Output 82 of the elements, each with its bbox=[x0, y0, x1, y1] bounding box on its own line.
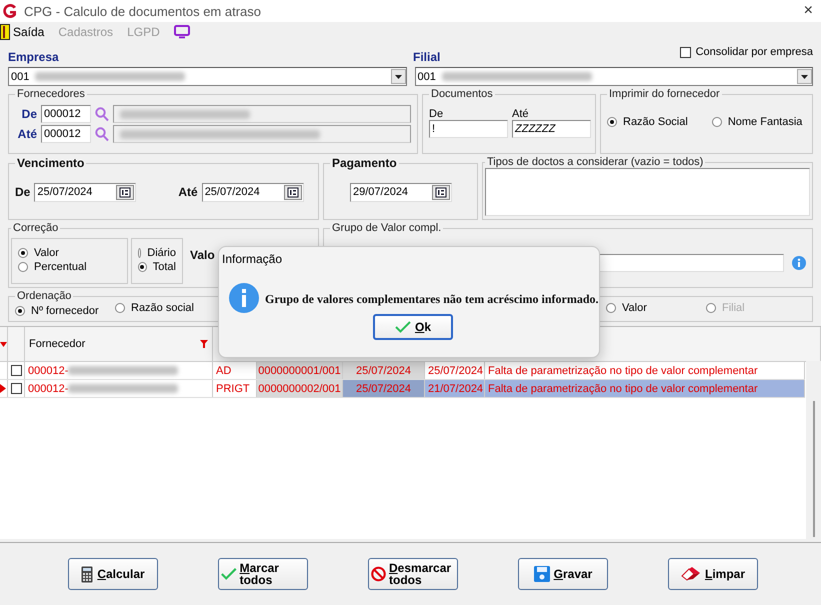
dialog-message: Grupo de valores complementares não tem acréscimo informado. bbox=[265, 292, 598, 307]
info-icon[interactable] bbox=[792, 256, 806, 270]
radio-option[interactable]: Valor bbox=[606, 302, 647, 314]
dropdown-field[interactable]: 001 bbox=[414, 67, 813, 86]
calendar-icon[interactable] bbox=[284, 184, 302, 200]
group-title: Ordenação bbox=[16, 290, 72, 302]
dialog-title: Informação bbox=[222, 252, 282, 266]
action-button[interactable]: Gravar bbox=[518, 558, 608, 590]
radio-option[interactable]: Nº fornecedor bbox=[15, 305, 99, 317]
table-cell: AD bbox=[213, 362, 257, 379]
table-cell: 0000000001/001 bbox=[257, 362, 343, 379]
field-label: Filial bbox=[413, 50, 440, 64]
eraser-icon bbox=[680, 567, 701, 581]
input-field[interactable]: ! bbox=[429, 120, 508, 138]
table-cell: 000012- bbox=[28, 364, 68, 376]
group-title: Imprimir do fornecedor bbox=[608, 88, 721, 100]
app-logo-icon bbox=[2, 3, 18, 19]
radio-option[interactable]: Razão social bbox=[115, 302, 194, 314]
field-label: De bbox=[15, 185, 30, 199]
calendar-icon[interactable] bbox=[432, 184, 450, 200]
close-button[interactable]: × bbox=[804, 2, 813, 20]
table-row[interactable]: 000012- PRIGT 0000000002/001 25/07/2024 21/07/2024 Falta de parametrização no tipo de valor complementar bbox=[0, 380, 805, 398]
action-button[interactable]: Desmarcar todos bbox=[368, 558, 458, 590]
input-field[interactable]: 000012 bbox=[41, 125, 91, 143]
field-label: Empresa bbox=[8, 50, 60, 64]
table-cell: 000012- bbox=[28, 382, 68, 394]
row-pointer-icon bbox=[0, 384, 6, 393]
group-title: Grupo de Valor compl. bbox=[331, 222, 442, 234]
check-icon bbox=[394, 321, 411, 333]
action-button[interactable]: Calcular bbox=[68, 558, 158, 590]
field-label: Até bbox=[16, 127, 37, 141]
dropdown-field[interactable]: 001 bbox=[8, 67, 406, 86]
table-cell: 25/07/2024 bbox=[343, 362, 425, 379]
exit-door-icon bbox=[0, 24, 10, 40]
column-header[interactable]: Fornecedor bbox=[29, 338, 86, 350]
calendar-icon[interactable] bbox=[116, 184, 134, 200]
ok-button[interactable]: Ok bbox=[373, 314, 453, 340]
action-button[interactable]: Limpar bbox=[668, 558, 758, 590]
checkbox[interactable] bbox=[10, 365, 22, 376]
date-field[interactable]: 25/07/2024 bbox=[202, 182, 304, 202]
group-title: Tipos de doctos a considerar (vazio = todos) bbox=[486, 156, 704, 168]
checkbox[interactable]: Consolidar por empresa bbox=[680, 46, 813, 58]
radio-option[interactable]: Diário bbox=[138, 247, 176, 259]
search-icon[interactable] bbox=[95, 106, 109, 122]
radio-option[interactable]: Razão Social bbox=[607, 116, 688, 128]
info-icon bbox=[229, 283, 259, 313]
menu-item[interactable]: Saída bbox=[0, 24, 44, 40]
date-field[interactable]: 25/07/2024 bbox=[34, 182, 136, 202]
input-field[interactable]: ZZZZZZ bbox=[512, 120, 591, 138]
date-field[interactable]: 29/07/2024 bbox=[350, 182, 452, 202]
group-title: Vencimento bbox=[16, 156, 86, 170]
search-icon[interactable] bbox=[95, 126, 109, 142]
table-row[interactable]: 000012- AD 0000000001/001 25/07/2024 25/07/2024 Falta de parametrização no tipo de valor complementar bbox=[0, 362, 805, 380]
group-title: Pagamento bbox=[331, 156, 398, 170]
calculator-icon bbox=[81, 566, 94, 582]
group-title: Correção bbox=[12, 222, 60, 234]
check-icon bbox=[221, 567, 237, 581]
field-label: Até bbox=[512, 108, 529, 120]
radio-option[interactable]: Total bbox=[138, 261, 176, 273]
radio-option[interactable]: Valor bbox=[18, 247, 121, 259]
scrollbar[interactable] bbox=[813, 401, 815, 537]
monitor-icon[interactable] bbox=[174, 25, 190, 39]
group-title: Documentos bbox=[430, 88, 494, 100]
field-label: De bbox=[429, 108, 444, 120]
field-label: Até bbox=[178, 185, 198, 199]
checkbox[interactable] bbox=[10, 383, 22, 394]
action-button[interactable]: Marcar todos bbox=[218, 558, 308, 590]
radio-option[interactable]: Nome Fantasia bbox=[712, 116, 802, 128]
table-cell: 25/07/2024 bbox=[343, 380, 425, 397]
filter-icon[interactable] bbox=[200, 340, 208, 348]
group-title: Fornecedores bbox=[16, 88, 86, 100]
radio-option[interactable]: Percentual bbox=[18, 261, 121, 273]
table-cell: Falta de parametrização no tipo de valor complementar bbox=[485, 380, 805, 397]
table-cell: 21/07/2024 bbox=[425, 380, 485, 397]
window-title: CPG - Calculo de documentos em atraso bbox=[24, 4, 262, 18]
field-label: Valo bbox=[190, 248, 215, 262]
text-area[interactable] bbox=[485, 168, 810, 216]
input-field[interactable]: 000012 bbox=[41, 105, 91, 123]
forbidden-icon bbox=[371, 565, 386, 583]
sort-arrow-icon[interactable] bbox=[0, 342, 7, 346]
field-label: De bbox=[20, 107, 37, 121]
table-cell: 0000000002/001 bbox=[257, 380, 343, 397]
